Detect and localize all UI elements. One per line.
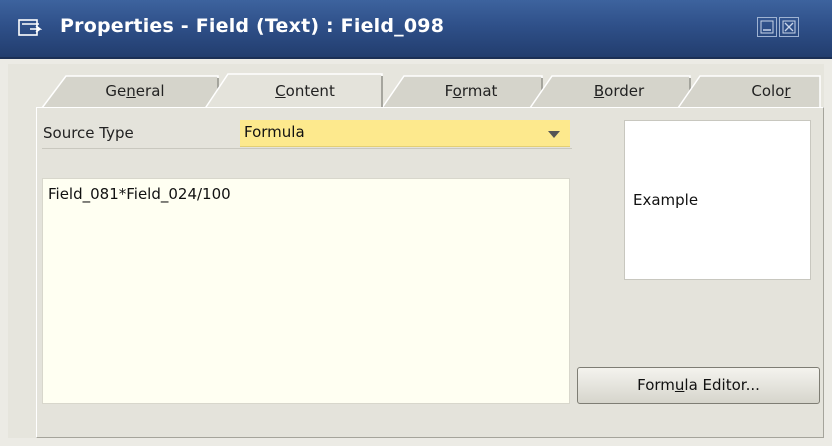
tab-label-color: Color	[751, 82, 791, 100]
source-type-value: Formula	[244, 123, 305, 141]
minimize-icon	[760, 20, 774, 34]
minimize-button[interactable]	[757, 17, 777, 37]
close-icon	[782, 20, 796, 34]
properties-icon	[18, 17, 43, 39]
tab-content[interactable]: Content	[202, 72, 396, 110]
properties-window: Properties - Field (Text) : Field_098 Ge…	[0, 0, 832, 446]
tab-color[interactable]: Color	[676, 74, 822, 108]
title-bar[interactable]: Properties - Field (Text) : Field_098	[0, 0, 832, 59]
window-title: Properties - Field (Text) : Field_098	[60, 15, 445, 37]
source-type-divider	[42, 148, 572, 149]
chevron-down-icon	[548, 131, 560, 138]
formula-text-area[interactable]: Field_081*Field_024/100	[42, 178, 570, 404]
tab-label-content: Content	[275, 82, 335, 100]
tab-border[interactable]: Border	[528, 74, 698, 108]
source-type-dropdown[interactable]: Formula	[240, 120, 570, 147]
example-preview: Example	[624, 120, 811, 280]
formula-text: Field_081*Field_024/100	[48, 185, 231, 203]
example-text: Example	[633, 191, 699, 209]
tab-format[interactable]: Format	[380, 74, 550, 108]
source-type-label: Source Type	[43, 124, 134, 142]
close-button[interactable]	[779, 17, 799, 37]
formula-editor-button[interactable]: Formula Editor...	[577, 367, 820, 404]
